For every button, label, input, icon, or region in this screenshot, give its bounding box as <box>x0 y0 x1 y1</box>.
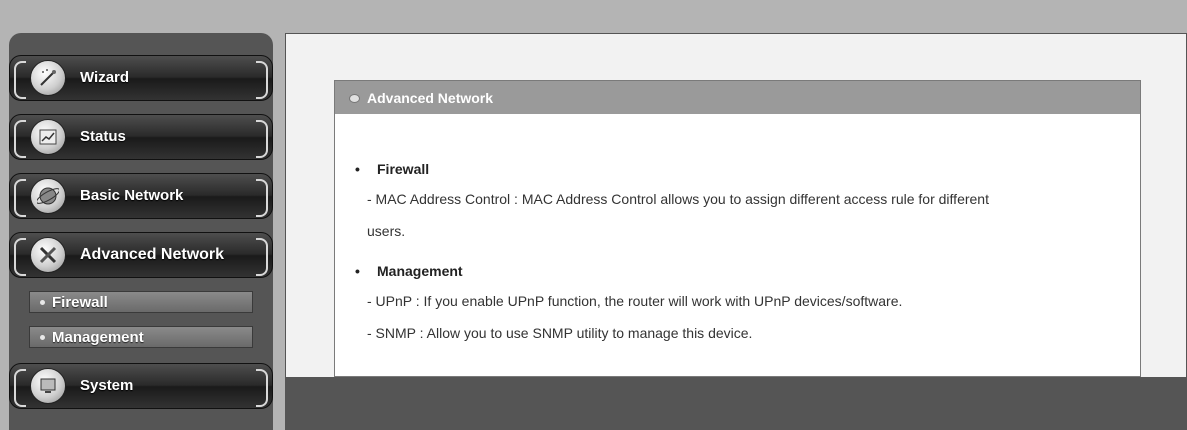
section-heading-text: Management <box>377 263 463 279</box>
content-footer-bar <box>285 378 1187 430</box>
menu-status[interactable]: Status <box>9 114 273 160</box>
status-chart-icon <box>30 119 66 155</box>
submenu-firewall-label: Firewall <box>52 294 108 311</box>
bullet-icon: • <box>355 161 360 177</box>
menu-status-label: Status <box>80 128 126 145</box>
management-desc-upnp: - UPnP : If you enable UPnP function, th… <box>367 293 903 309</box>
bracket-left <box>14 61 26 99</box>
bracket-right <box>256 238 268 276</box>
firewall-desc-line-2: users. <box>367 223 406 239</box>
section-firewall-heading: • Firewall <box>355 161 429 177</box>
panel-body: • Firewall - MAC Address Control : MAC Ad… <box>335 114 1140 376</box>
submenu-management[interactable]: Management <box>29 326 253 348</box>
menu-wizard[interactable]: Wizard <box>9 55 273 101</box>
menu-system[interactable]: System <box>9 363 273 409</box>
bracket-right <box>256 61 268 99</box>
menu-advanced-network[interactable]: Advanced Network <box>9 232 273 278</box>
menu-advanced-network-label: Advanced Network <box>80 246 225 263</box>
tools-icon <box>30 237 66 273</box>
menu-wizard-label: Wizard <box>80 69 130 86</box>
bracket-right <box>256 120 268 158</box>
firewall-desc-line-1: - MAC Address Control : MAC Address Cont… <box>367 191 989 207</box>
menu-basic-network-label: Basic Network <box>80 187 184 204</box>
globe-icon <box>30 178 66 214</box>
bullet-icon: • <box>355 263 360 279</box>
system-monitor-icon <box>30 368 66 404</box>
submenu-management-label: Management <box>52 329 144 346</box>
bullet-dot-icon <box>40 300 45 305</box>
bracket-right <box>256 369 268 407</box>
bracket-left <box>14 238 26 276</box>
panel-header: Advanced Network <box>335 81 1140 114</box>
section-management-heading: • Management <box>355 263 463 279</box>
submenu-firewall[interactable]: Firewall <box>29 291 253 313</box>
sidebar-menu: Wizard Status Basic Network Advanced Net… <box>9 33 273 430</box>
bracket-right <box>256 179 268 217</box>
header-bullet-icon <box>349 94 360 103</box>
advanced-network-panel: Advanced Network • Firewall - MAC Address… <box>334 80 1141 377</box>
section-heading-text: Firewall <box>377 161 430 177</box>
bracket-left <box>14 369 26 407</box>
menu-system-label: System <box>80 377 134 394</box>
bracket-left <box>14 120 26 158</box>
management-desc-snmp: - SNMP : Allow you to use SNMP utility t… <box>367 325 753 341</box>
panel-title: Advanced Network <box>367 90 494 106</box>
wizard-wand-icon <box>30 60 66 96</box>
top-bar <box>0 0 1187 30</box>
menu-basic-network[interactable]: Basic Network <box>9 173 273 219</box>
bracket-left <box>14 179 26 217</box>
bullet-dot-icon <box>40 335 45 340</box>
